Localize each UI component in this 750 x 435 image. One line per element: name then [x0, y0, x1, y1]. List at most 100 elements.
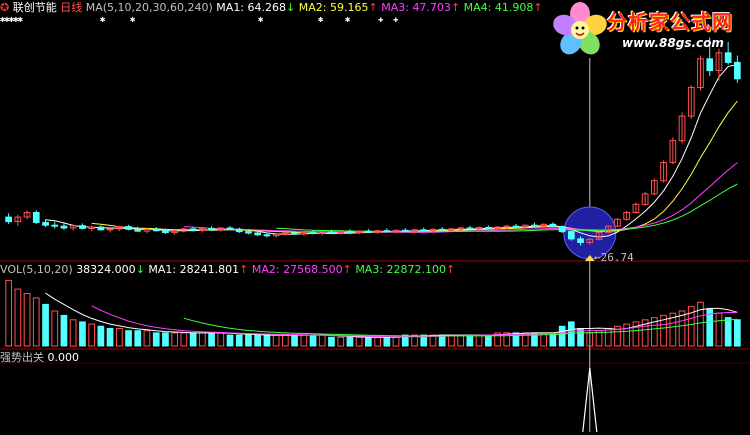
volume-bar: [724, 317, 732, 347]
ma4-value: 41.908: [494, 1, 534, 14]
low-arrow-icon: ←: [594, 251, 601, 264]
candle: [152, 228, 160, 232]
candle: [466, 227, 474, 230]
candle: [365, 230, 372, 233]
volume-bar: [328, 336, 335, 347]
volume-header: VOL(5,10,20) 38324.000↓ MA1: 28241.801↑ …: [0, 264, 455, 276]
volume-ma20-line: [183, 317, 738, 337]
vol-arrow: ↓: [135, 263, 145, 276]
ma3-arrow: ↑: [450, 1, 461, 14]
vol-ma2-label: MA2:: [251, 263, 280, 276]
ma1-value: 64.268: [247, 1, 287, 14]
candle: [568, 231, 575, 240]
ma5-line: [45, 64, 738, 238]
volume-bar: [734, 319, 741, 347]
candle: [5, 216, 12, 223]
candle: [79, 225, 86, 229]
volume-bar: [97, 325, 105, 347]
candle: [226, 227, 234, 230]
candle: [457, 227, 464, 230]
event-marker: ✱: [130, 15, 136, 25]
volume-bar: [208, 332, 215, 347]
volume-bar: [623, 323, 630, 347]
chart-header: ✪ 联创节能 日线 MA(5,10,20,30,60,240) MA1: 64.…: [0, 2, 543, 14]
volume-bar: [226, 334, 234, 347]
candle: [208, 227, 215, 231]
volume-bar: [374, 336, 381, 347]
event-marker: ✱: [318, 15, 324, 25]
volume-bar: [485, 334, 492, 347]
vol-ma1-label: MA1:: [148, 263, 177, 276]
event-marker: ✚: [378, 15, 384, 25]
low-price-value: 26.74: [600, 251, 634, 264]
volume-bar: [217, 332, 225, 347]
candle: [125, 226, 132, 230]
candle: [401, 229, 409, 232]
indicator-value: 0.000: [47, 351, 80, 364]
volume-bar: [466, 334, 474, 347]
volume-bar: [106, 328, 114, 347]
volume-bar: [309, 334, 317, 347]
volume-bar: [23, 293, 31, 347]
vol-ma3-label: MA3:: [355, 263, 384, 276]
candle: [263, 234, 271, 237]
candle: [42, 222, 49, 226]
candle: [503, 225, 511, 228]
ma4-label: MA4:: [463, 1, 492, 14]
volume-bar: [245, 334, 252, 347]
ma2-arrow: ↑: [368, 1, 378, 14]
candle: [531, 224, 538, 227]
volume-bar: [235, 334, 243, 347]
candle: [51, 224, 59, 227]
candle: [60, 225, 68, 229]
candle: [549, 223, 557, 228]
volume-bar: [125, 330, 132, 347]
chart-canvas: [0, 37, 750, 433]
event-marker: ✱: [258, 15, 264, 25]
volume-bar: [42, 303, 49, 347]
stock-chart[interactable]: ✪ 联创节能 日线 MA(5,10,20,30,60,240) MA1: 64.…: [0, 0, 750, 433]
vol-ma2-value: 27568.500: [283, 263, 343, 276]
volume-bar: [88, 323, 96, 347]
volume-bar: [475, 334, 483, 347]
candle: [383, 230, 391, 233]
candle: [245, 231, 252, 234]
candle: [438, 228, 446, 231]
ma1-label: MA1:: [216, 1, 245, 14]
ma3-label: MA3:: [381, 1, 409, 14]
stock-icon: ✪: [0, 1, 10, 14]
event-marker: ✱: [100, 15, 106, 25]
volume-bar: [272, 334, 280, 347]
logo-url: www.88gs.com: [622, 36, 724, 50]
volume-bar: [337, 336, 345, 347]
candle: [235, 228, 243, 233]
ma30-line: [276, 183, 738, 233]
vol-ma1-arrow: ↑: [239, 263, 249, 276]
volume-bar: [14, 288, 22, 347]
candle: [558, 226, 566, 233]
volume-bar: [392, 336, 400, 347]
volume-bar: [715, 312, 723, 347]
vol-ma1-value: 28241.801: [179, 263, 240, 276]
volume-bar: [189, 332, 197, 347]
volume-bar: [162, 332, 169, 347]
event-marker: ✚: [393, 15, 399, 25]
candle: [420, 229, 428, 232]
volume-bar: [383, 336, 391, 347]
volume-bar: [346, 336, 354, 347]
ma-label: MA(5,10,20,30,60,240): [85, 1, 213, 14]
volume-bar: [448, 334, 455, 347]
period-label: 日线: [60, 1, 83, 14]
volume-bar: [558, 325, 566, 347]
indicator-label: 强势出关: [0, 351, 44, 364]
candle: [328, 231, 335, 234]
volume-bar: [5, 279, 12, 347]
volume-bar: [457, 334, 464, 347]
candle: [189, 228, 197, 231]
volume-bar: [604, 328, 612, 347]
candle: [309, 232, 317, 234]
candle: [97, 226, 105, 231]
ma4-arrow: ↑: [533, 1, 543, 14]
volume-bar: [263, 334, 271, 347]
indicator-header: 强势出关 0.000: [0, 352, 79, 364]
